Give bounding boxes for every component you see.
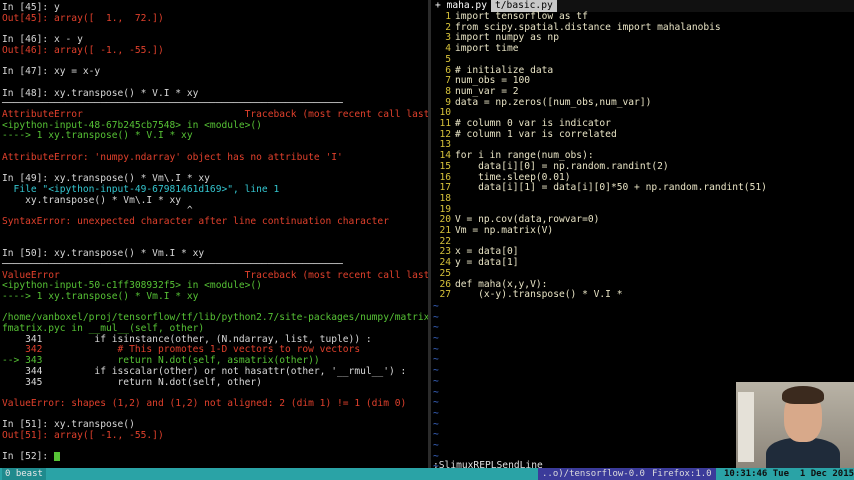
line-number: 25 bbox=[439, 267, 451, 279]
code-text: import tensorflow as tf bbox=[455, 11, 588, 22]
ipython-line: fmatrix.pyc in __mul__(self, other) bbox=[2, 323, 205, 334]
ipython-line: ValueError Traceback (most recent call l… bbox=[2, 269, 428, 281]
code-text: def maha(x,y,V): bbox=[455, 278, 548, 290]
terminal-cursor bbox=[53, 451, 60, 461]
vim-empty-line-marker: ~ bbox=[433, 365, 439, 377]
vim-code-line[interactable]: 4 import time bbox=[431, 43, 519, 55]
code-text: y = data[1] bbox=[455, 257, 519, 269]
ipython-line: 342 # This promotes 1-D vectors to row v… bbox=[2, 344, 361, 356]
vim-code-line[interactable]: 12 # column 1 var is correlated bbox=[431, 128, 617, 141]
ipython-line: <ipython-input-50-c1ff308932f5> in <modu… bbox=[2, 280, 262, 292]
vim-code-line[interactable]: 25 bbox=[431, 267, 455, 280]
ipython-line: AttributeError: 'numpy.ndarray' object h… bbox=[2, 151, 343, 163]
code-text: num_obs = 100 bbox=[455, 75, 531, 87]
vim-code-line[interactable]: 9 data = np.zeros([num_obs,num_var]) bbox=[431, 96, 652, 109]
ipython-line: --> 343 return N.dot(self, asmatrix(othe… bbox=[2, 355, 320, 367]
vim-code-line[interactable]: 5 bbox=[431, 53, 455, 66]
code-text: import time bbox=[455, 43, 519, 55]
tmux-window-firefox[interactable]: Firefox:1.0 bbox=[648, 468, 716, 480]
code-text: from scipy.spatial.distance import mahal… bbox=[455, 21, 721, 33]
webcam-overlay bbox=[736, 382, 854, 468]
ipython-line: File "<ipython-input-49-67981461d169>", … bbox=[2, 183, 280, 195]
ipython-line: In [48]: xy.transpose() * V.I * xy bbox=[2, 87, 199, 99]
ipython-line: Out[51]: array([ -1., -55.]) bbox=[2, 430, 164, 441]
vim-empty-line-marker: ~ bbox=[433, 397, 439, 409]
ipython-line: ----> 1 xy.transpose() * Vm.I * xy bbox=[2, 290, 199, 302]
ipython-line: In [45]: y bbox=[2, 2, 60, 13]
ipython-line: /home/vanboxel/proj/tensorflow/tf/lib/py… bbox=[2, 312, 428, 324]
ipython-line: In [46]: x - y bbox=[2, 34, 83, 46]
code-text: data[i][0] = np.random.randint(2) bbox=[455, 160, 669, 172]
tmux-session[interactable]: 0 beast bbox=[2, 468, 46, 480]
vim-empty-line-marker: ~ bbox=[433, 354, 439, 366]
ipython-line: AttributeError Traceback (most recent ca… bbox=[2, 109, 428, 120]
ipython-line: In [52]: bbox=[2, 451, 60, 462]
vim-empty-line-marker: ~ bbox=[433, 300, 439, 312]
code-text: Vm = np.matrix(V) bbox=[455, 225, 554, 236]
vim-empty-line-marker: ~ bbox=[433, 333, 439, 344]
vim-empty-line-marker: ~ bbox=[433, 418, 439, 430]
ipython-line: In [51]: xy.transpose() bbox=[2, 419, 135, 431]
ipython-line: ^ bbox=[2, 205, 193, 217]
vim-code-line[interactable]: 18 bbox=[431, 192, 455, 205]
ipython-line: In [50]: xy.transpose() * Vm.I * xy bbox=[2, 248, 205, 260]
ipython-line: 341 if isinstance(other, (N.ndarray, lis… bbox=[2, 333, 372, 345]
ipython-line: ────────────────────────────────────────… bbox=[2, 258, 343, 270]
vim-code-line[interactable]: 17 data[i][1] = data[i][0]*50 + np.rando… bbox=[431, 182, 767, 194]
vim-empty-line-marker: ~ bbox=[433, 343, 439, 355]
code-text: for i in range(num_obs): bbox=[455, 150, 594, 162]
tmux-status-bar: 0 beast ..o)/tensorflow-0.0 Firefox:1.0 … bbox=[0, 468, 854, 480]
code-text: (x-y).transpose() * V.I * bbox=[455, 289, 623, 301]
code-text: time.sleep(0.01) bbox=[455, 171, 571, 183]
code-text: num_var = 2 bbox=[455, 85, 519, 97]
ipython-line: Out[45]: array([ 1., 72.]) bbox=[2, 12, 164, 24]
vim-empty-line-marker: ~ bbox=[433, 322, 439, 334]
line-number: 5 bbox=[445, 53, 451, 65]
line-number: 18 bbox=[439, 192, 451, 204]
code-text: data[i][1] = data[i][0]*50 + np.random.r… bbox=[455, 182, 767, 194]
vim-command-line: :SlimuxREPLSendLine bbox=[433, 460, 543, 468]
ipython-line: SyntaxError: unexpected character after … bbox=[2, 216, 389, 227]
vim-empty-line-marker: ~ bbox=[433, 407, 439, 419]
code-text: x = data[0] bbox=[455, 246, 519, 258]
ipython-line: ────────────────────────────────────────… bbox=[2, 98, 343, 110]
line-number: 8 bbox=[445, 85, 451, 97]
ipython-line: ----> 1 xy.transpose() * V.I * xy bbox=[2, 130, 193, 142]
vim-empty-line-marker: ~ bbox=[433, 311, 439, 323]
vim-empty-line-marker: ~ bbox=[433, 375, 439, 387]
code-text: V = np.cov(data,rowvar=0) bbox=[455, 214, 600, 226]
line-number: 15 bbox=[439, 160, 451, 172]
vim-empty-line-marker: ~ bbox=[433, 386, 439, 398]
code-text: # initialize data bbox=[455, 64, 554, 76]
ipython-line: ValueError: shapes (1,2) and (1,2) not a… bbox=[2, 397, 407, 409]
ipython-line: xy.transpose() * Vm\.I * xy bbox=[2, 194, 182, 206]
ipython-terminal-pane[interactable]: In [45]: y Out[45]: array([ 1., 72.]) In [… bbox=[0, 0, 428, 468]
ipython-line: In [49]: xy.transpose() * Vm\.I * xy bbox=[2, 173, 210, 185]
code-text: # column 1 var is correlated bbox=[455, 128, 617, 140]
vim-code-line[interactable]: 27 (x-y).transpose() * V.I * bbox=[431, 289, 623, 301]
vim-empty-line-marker: ~ bbox=[433, 440, 439, 451]
ipython-line: <ipython-input-48-67b245cb7548> in <modu… bbox=[2, 119, 262, 131]
code-text: import numpy as np bbox=[455, 32, 559, 44]
clock: 10:31:46 Tue 1 Dec 2015 bbox=[724, 468, 854, 480]
vim-empty-line-marker: ~ bbox=[433, 429, 439, 441]
ipython-line: 344 if isscalar(other) or not hasattr(ot… bbox=[2, 365, 407, 377]
tmux-window-tensorflow[interactable]: ..o)/tensorflow-0.0 bbox=[538, 468, 649, 480]
ipython-line: 345 return N.dot(self, other) bbox=[2, 376, 262, 388]
code-text: data = np.zeros([num_obs,num_var]) bbox=[455, 96, 652, 108]
ipython-line: In [47]: xy = x-y bbox=[2, 66, 101, 78]
ipython-line: Out[46]: array([ -1., -55.]) bbox=[2, 44, 164, 56]
code-text: # column 0 var is indicator bbox=[455, 118, 611, 129]
line-number: 27 bbox=[439, 289, 451, 301]
